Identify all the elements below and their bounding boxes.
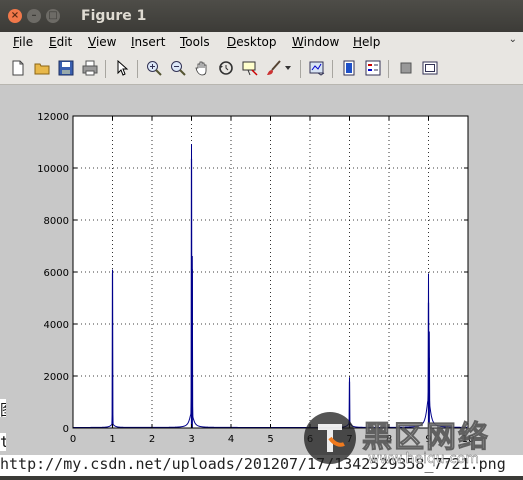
open-file-icon[interactable] <box>33 59 51 77</box>
menu-insert[interactable]: Insert <box>131 35 165 49</box>
watermark: 黑区网络 www.heiqu.com <box>300 410 523 476</box>
watermark-url: www.heiqu.com <box>368 451 480 467</box>
menu-edit[interactable]: Edit <box>49 35 72 49</box>
background-text-char-1: 图 <box>0 399 6 417</box>
x-tick-label: 5 <box>267 434 273 445</box>
y-tick-label: 6000 <box>44 268 69 279</box>
print-icon[interactable] <box>81 59 99 77</box>
hide-plot-tools-icon[interactable] <box>397 59 415 77</box>
zoom-out-icon[interactable] <box>169 59 187 77</box>
new-figure-icon[interactable] <box>9 59 27 77</box>
y-tick-label: 4000 <box>44 320 69 331</box>
x-tick-label: 0 <box>70 434 76 445</box>
menu-view[interactable]: View <box>88 35 116 49</box>
y-tick-label: 0 <box>63 424 69 435</box>
select-arrow-icon[interactable] <box>113 59 131 77</box>
x-tick-label: 3 <box>188 434 194 445</box>
save-icon[interactable] <box>57 59 75 77</box>
menu-overflow-icon[interactable]: ⌄ <box>509 34 517 45</box>
menu-file[interactable]: File <box>13 35 33 49</box>
y-tick-label: 8000 <box>44 216 69 227</box>
menu-window[interactable]: Window <box>292 35 339 49</box>
menu-bar: File Edit View Insert Tools Desktop Wind… <box>0 32 523 54</box>
legend-icon[interactable] <box>364 59 382 77</box>
figure-toolbar <box>0 54 523 85</box>
minimize-window-button[interactable]: – <box>27 9 41 23</box>
window-title: Figure 1 <box>81 8 147 24</box>
brush-dropdown-icon[interactable] <box>283 59 293 77</box>
y-tick-label: 10000 <box>37 164 69 175</box>
pan-hand-icon[interactable] <box>193 59 211 77</box>
figure-window: × – □ Figure 1 File Edit View Insert Too… <box>0 0 523 476</box>
watermark-name: 黑区网络 <box>362 420 490 456</box>
maximize-window-button[interactable]: □ <box>46 9 60 23</box>
y-tick-label: 2000 <box>44 372 69 383</box>
menu-desktop[interactable]: Desktop <box>227 35 277 49</box>
menu-tools[interactable]: Tools <box>180 35 210 49</box>
link-plot-icon[interactable] <box>308 59 326 77</box>
zoom-in-icon[interactable] <box>145 59 163 77</box>
brush-icon[interactable] <box>265 59 283 77</box>
menu-help[interactable]: Help <box>353 35 380 49</box>
show-plot-tools-icon[interactable] <box>421 59 439 77</box>
x-tick-label: 2 <box>149 434 155 445</box>
rotate-3d-icon[interactable] <box>217 59 235 77</box>
title-bar[interactable]: × – □ Figure 1 <box>0 0 523 32</box>
x-tick-label: 4 <box>228 434 234 445</box>
x-tick-label: 1 <box>109 434 115 445</box>
data-cursor-icon[interactable] <box>241 59 259 77</box>
background-text-char-2: t <box>0 433 6 451</box>
y-tick-label: 12000 <box>37 112 69 123</box>
colorbar-icon[interactable] <box>340 59 358 77</box>
close-window-button[interactable]: × <box>8 9 22 23</box>
